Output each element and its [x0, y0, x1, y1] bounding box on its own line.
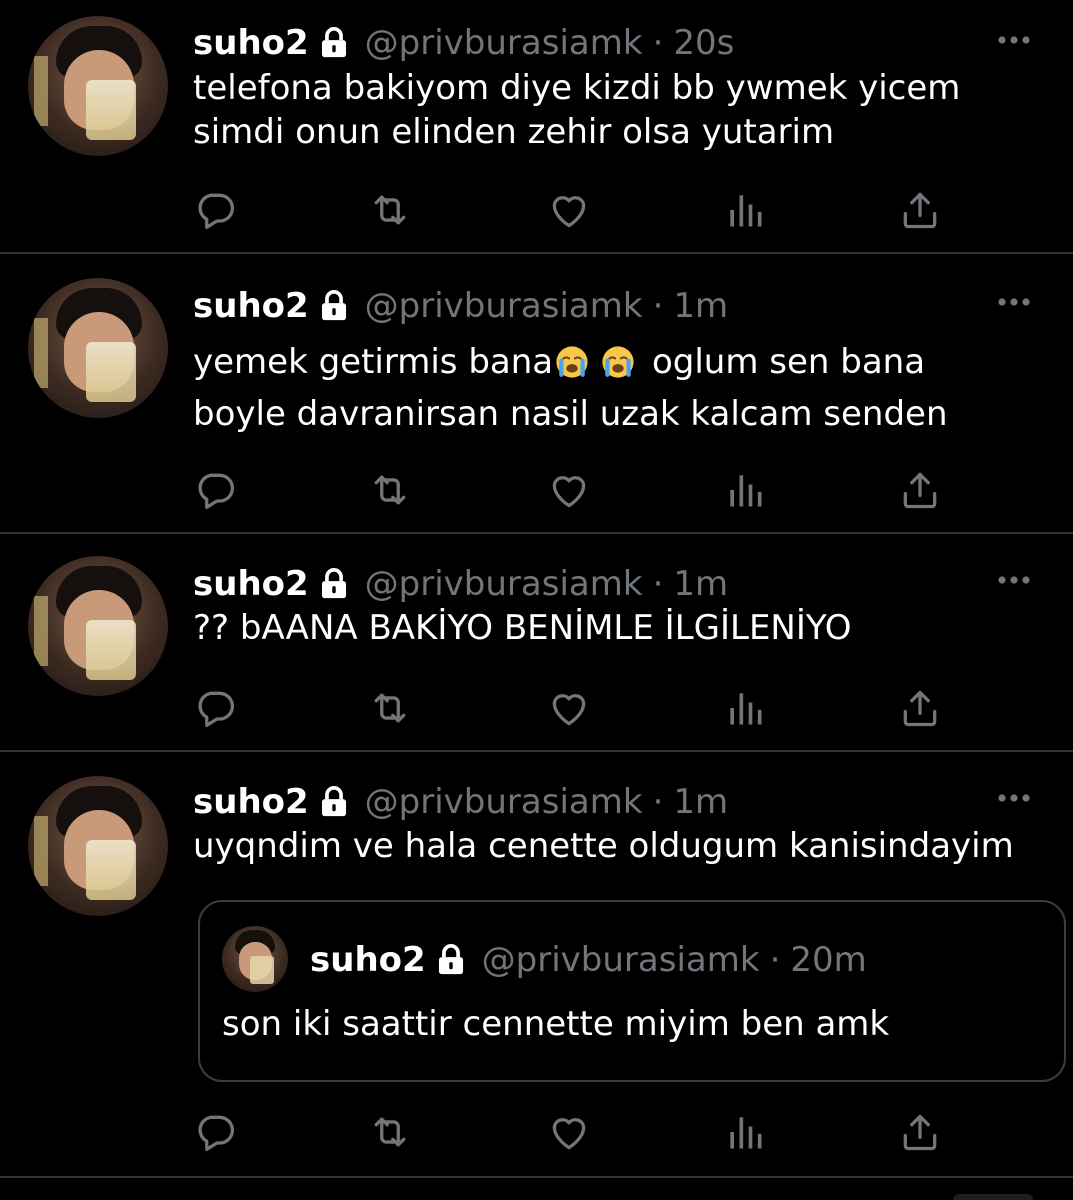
- loudly-crying-face-icon: [601, 345, 635, 379]
- quoted-tweet[interactable]: suho2 @privburasiamk · 20m son iki saatt…: [198, 900, 1066, 1082]
- separator-dot: ·: [652, 23, 664, 63]
- tweet-header: suho2 @privburasiamk · 1m: [193, 284, 728, 328]
- quoted-display-name[interactable]: suho2: [310, 940, 426, 980]
- loudly-crying-face-icon: [555, 345, 589, 379]
- quoted-text: son iki saattir cennette miyim ben amk: [222, 1004, 890, 1044]
- action-bar: [193, 468, 953, 512]
- share-icon[interactable]: [898, 188, 942, 232]
- more-icon[interactable]: [997, 792, 1031, 804]
- action-bar: [193, 686, 953, 730]
- separator-dot: ·: [769, 940, 781, 980]
- more-icon[interactable]: [997, 574, 1031, 586]
- user-handle[interactable]: @privburasiamk: [365, 782, 643, 822]
- user-handle[interactable]: @privburasiamk: [365, 23, 643, 63]
- tweet-text: uyqndim ve hala cenette oldugum kanisind…: [193, 824, 1053, 868]
- share-icon[interactable]: [898, 686, 942, 730]
- views-icon[interactable]: [723, 188, 767, 232]
- timestamp[interactable]: 1m: [673, 564, 728, 604]
- timestamp[interactable]: 20s: [673, 23, 734, 63]
- like-icon[interactable]: [547, 686, 591, 730]
- tweet-header: suho2 @privburasiamk · 20s: [193, 21, 734, 65]
- tweet[interactable]: suho2 @privburasiamk · 1m uyqndim ve hal…: [0, 752, 1073, 1178]
- separator-dot: ·: [652, 564, 664, 604]
- avatar[interactable]: [28, 556, 168, 696]
- display-name[interactable]: suho2: [193, 782, 309, 822]
- tweet-text-line: uyqndim ve hala cenette oldugum kanisind…: [193, 826, 1014, 866]
- tweet[interactable]: suho2 @privburasiamk · 1m yemek getirmis…: [0, 254, 1073, 534]
- tweet-text-line: simdi onun elinden zehir olsa yutarim: [193, 112, 835, 152]
- tweet-text: ?? bAANA BAKİYO BENİMLE İLGİLENİYO: [193, 606, 1053, 650]
- like-icon[interactable]: [547, 468, 591, 512]
- share-icon[interactable]: [898, 468, 942, 512]
- tweet-text: yemek getirmis bana oglum sen bana boyle…: [193, 336, 1053, 440]
- share-icon[interactable]: [898, 1110, 942, 1154]
- reply-icon[interactable]: [193, 468, 237, 512]
- retweet-icon[interactable]: [368, 686, 412, 730]
- tweet-header: suho2 @privburasiamk · 1m: [193, 780, 728, 824]
- avatar[interactable]: [28, 278, 168, 418]
- reply-icon[interactable]: [193, 686, 237, 730]
- lock-icon: [317, 289, 351, 323]
- retweet-icon[interactable]: [368, 1110, 412, 1154]
- tweet-text-segment: yemek getirmis bana: [193, 342, 554, 382]
- compose-button-edge[interactable]: [953, 1194, 1033, 1200]
- user-handle[interactable]: @privburasiamk: [365, 564, 643, 604]
- user-handle[interactable]: @privburasiamk: [365, 286, 643, 326]
- display-name[interactable]: suho2: [193, 23, 309, 63]
- tweet[interactable]: suho2 @privburasiamk · 1m ?? bAANA BAKİY…: [0, 534, 1073, 752]
- reply-icon[interactable]: [193, 1110, 237, 1154]
- quoted-user-handle[interactable]: @privburasiamk: [482, 940, 760, 980]
- views-icon[interactable]: [723, 1110, 767, 1154]
- quoted-avatar[interactable]: [222, 926, 288, 992]
- avatar[interactable]: [28, 776, 168, 916]
- action-bar: [193, 188, 953, 232]
- views-icon[interactable]: [723, 686, 767, 730]
- retweet-icon[interactable]: [368, 468, 412, 512]
- lock-icon: [434, 943, 468, 977]
- retweet-icon[interactable]: [368, 188, 412, 232]
- lock-icon: [317, 785, 351, 819]
- more-icon[interactable]: [997, 34, 1031, 46]
- separator-dot: ·: [652, 286, 664, 326]
- lock-icon: [317, 567, 351, 601]
- tweet-header: suho2 @privburasiamk · 1m: [193, 562, 728, 606]
- more-icon[interactable]: [997, 296, 1031, 308]
- tweet-text-segment: oglum sen bana: [651, 342, 926, 382]
- tweet-text-line: ?? bAANA BAKİYO BENİMLE İLGİLENİYO: [193, 608, 852, 648]
- tweet-text: telefona bakiyom diye kizdi bb ywmek yic…: [193, 66, 1053, 154]
- action-bar: [193, 1110, 953, 1154]
- timestamp[interactable]: 1m: [673, 286, 728, 326]
- lock-icon: [317, 26, 351, 60]
- separator-dot: ·: [652, 782, 664, 822]
- display-name[interactable]: suho2: [193, 286, 309, 326]
- quoted-header: suho2 @privburasiamk · 20m: [310, 938, 867, 982]
- avatar[interactable]: [28, 16, 168, 156]
- views-icon[interactable]: [723, 468, 767, 512]
- timestamp[interactable]: 1m: [673, 782, 728, 822]
- tweet-text-line: telefona bakiyom diye kizdi bb ywmek yic…: [193, 68, 961, 108]
- reply-icon[interactable]: [193, 188, 237, 232]
- like-icon[interactable]: [547, 1110, 591, 1154]
- tweet-text-line: yemek getirmis bana oglum sen bana: [193, 336, 1053, 388]
- tweet[interactable]: suho2 @privburasiamk · 20s telefona baki…: [0, 0, 1073, 254]
- like-icon[interactable]: [547, 188, 591, 232]
- tweet-text-line: boyle davranirsan nasil uzak kalcam send…: [193, 394, 948, 434]
- display-name[interactable]: suho2: [193, 564, 309, 604]
- quoted-timestamp[interactable]: 20m: [790, 940, 866, 980]
